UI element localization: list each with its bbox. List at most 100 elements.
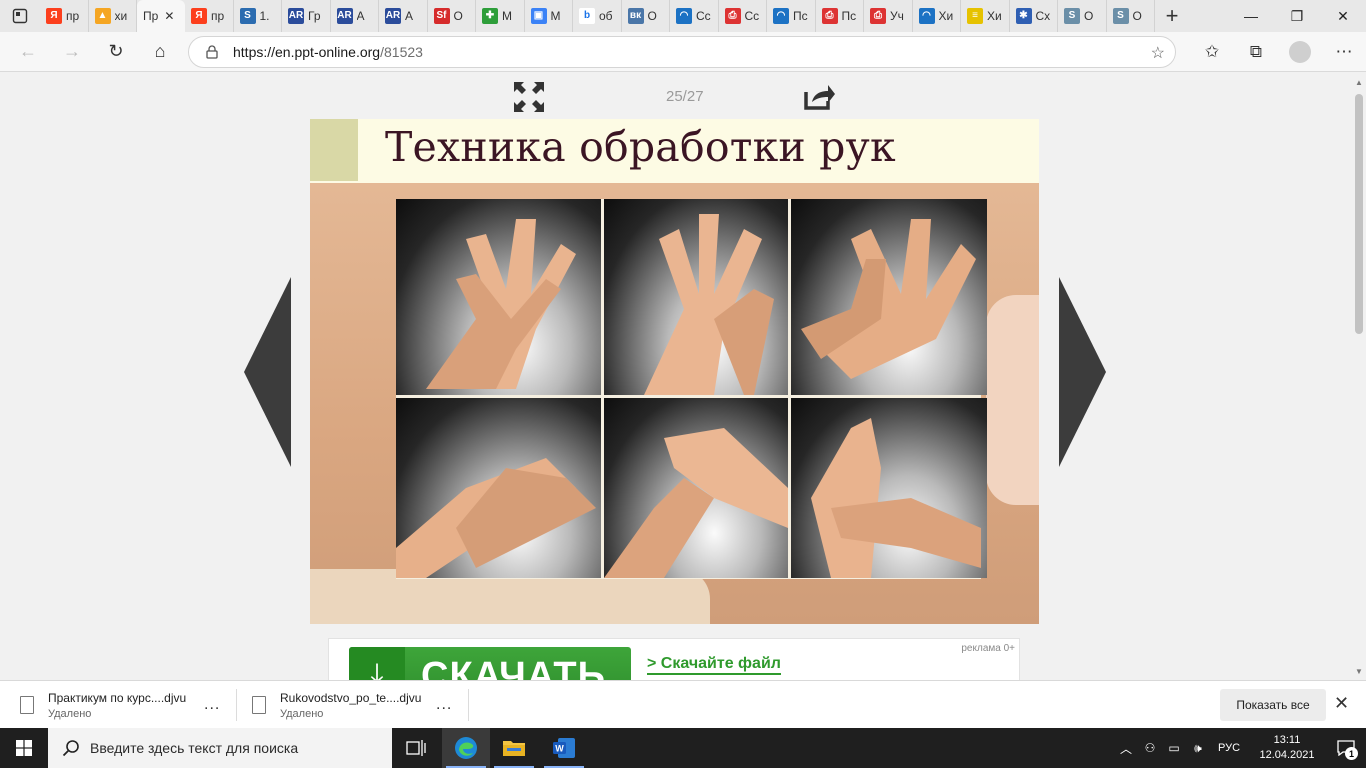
url-path: /81523 <box>380 44 423 60</box>
file-icon <box>20 696 34 714</box>
new-tab-button[interactable]: + <box>1155 0 1189 32</box>
vk-icon: вк <box>627 8 644 24</box>
volume-icon[interactable]: 🕪 <box>1186 741 1210 756</box>
ar-site-icon: AR <box>288 8 304 24</box>
input-language[interactable]: РУС <box>1210 742 1248 754</box>
browser-tab[interactable]: Sf О <box>428 0 476 32</box>
search-icon <box>62 740 79 757</box>
hand-washing-photo-grid <box>396 199 987 579</box>
advertisement-banner[interactable]: реклама 0+ ⤓ СКАЧАТЬ > Скачайте файл <box>328 638 1020 680</box>
tab-label: О <box>1084 9 1094 23</box>
people-icon[interactable]: ⚇ <box>1138 741 1162 755</box>
collections-icon[interactable]: ⧉ <box>1234 32 1278 72</box>
task-view-button[interactable] <box>392 728 440 768</box>
browser-tab[interactable]: ◠ Пс <box>767 0 816 32</box>
settings-menu-icon[interactable]: ⋯ <box>1322 32 1366 72</box>
maximize-button[interactable]: ❐ <box>1274 0 1320 32</box>
scroll-down-icon[interactable]: ▼ <box>1355 667 1363 676</box>
browser-tab[interactable]: b об <box>573 0 622 32</box>
browser-tab[interactable]: ✚ М <box>476 0 525 32</box>
start-button[interactable] <box>0 728 48 768</box>
favorites-icon[interactable]: ✩ <box>1190 32 1234 72</box>
tray-overflow-icon[interactable]: ︿ <box>1114 740 1138 757</box>
profile-avatar[interactable] <box>1289 41 1311 63</box>
ad-download-link[interactable]: > Скачайте файл <box>647 655 781 675</box>
tab-label: О <box>453 9 463 23</box>
chat-icon: ▣ <box>530 8 547 24</box>
browser-tab[interactable]: Япр <box>40 0 89 32</box>
studfiles-icon: Sf <box>433 8 450 24</box>
scroll-up-icon[interactable]: ▲ <box>1355 78 1363 87</box>
tab-label: А <box>405 9 414 23</box>
show-all-downloads-button[interactable]: Показать все <box>1220 689 1326 721</box>
download-separator <box>236 689 237 721</box>
browser-tab[interactable]: вк О <box>622 0 670 32</box>
edge-page-icon: ◠ <box>676 8 692 24</box>
tab-actions-button[interactable] <box>0 0 40 32</box>
browser-tab[interactable]: ⎙ Пс <box>816 0 864 32</box>
browser-tab[interactable]: AR А <box>379 0 428 32</box>
download-file-name: Практикум по курс....djvu <box>48 690 187 705</box>
pdf-icon: ⎙ <box>870 8 886 24</box>
ad-download-button[interactable]: ⤓ СКАЧАТЬ <box>349 647 631 680</box>
taskbar-word-button[interactable]: W <box>540 728 588 768</box>
yandex-icon: Я <box>46 8 62 24</box>
download-item[interactable]: Практикум по курс....djvu Удалено ... <box>20 681 235 729</box>
previous-slide-arrow[interactable] <box>244 277 292 467</box>
taskbar-search-box[interactable]: Введите здесь текст для поиска <box>48 728 392 768</box>
s-site-icon: S <box>1112 8 1129 24</box>
back-button[interactable]: ← <box>6 32 50 72</box>
clock[interactable]: 13:11 12.04.2021 <box>1248 733 1326 763</box>
browser-tab[interactable]: ⎙ Уч <box>864 0 913 32</box>
browser-tab[interactable]: ≡ Хи <box>961 0 1010 32</box>
home-button[interactable]: ⌂ <box>138 32 182 72</box>
next-slide-arrow[interactable] <box>1058 277 1106 467</box>
taskbar-edge-button[interactable] <box>442 728 490 768</box>
browser-tab[interactable]: AR А <box>331 0 379 32</box>
browser-tab[interactable]: ✱ Сх <box>1010 0 1058 32</box>
tab-label: Уч <box>890 9 904 23</box>
slide: Техника обработки рук <box>310 119 1039 624</box>
browser-tab[interactable]: AR Гр <box>282 0 331 32</box>
download-arrow-icon: ⤓ <box>349 647 405 680</box>
hand-washing-step-4-photo <box>396 398 601 578</box>
battery-icon[interactable]: ▭ <box>1162 741 1186 755</box>
tab-label: О <box>1132 9 1142 23</box>
tab-label: Пс <box>793 9 808 23</box>
browser-tab[interactable]: Пр ✕ <box>137 0 185 32</box>
browser-tab[interactable]: ◠ Хи <box>913 0 961 32</box>
browser-tab[interactable]: ⎙ Сс <box>719 0 767 32</box>
notification-count-badge: 1 <box>1345 747 1358 760</box>
forward-button[interactable]: → <box>50 32 94 72</box>
tab-label: пр <box>66 9 80 23</box>
refresh-button[interactable]: ↻ <box>94 32 138 72</box>
add-favorite-icon[interactable]: ☆ <box>1151 43 1165 63</box>
tab-label: Сх <box>1035 9 1051 23</box>
download-item[interactable]: Rukovodstvo_po_te....djvu Удалено ... <box>252 681 467 729</box>
minimize-button[interactable]: — <box>1228 0 1274 32</box>
browser-tab[interactable]: ▲ хи <box>89 0 137 32</box>
close-tab-icon[interactable]: ✕ <box>164 9 174 23</box>
lock-icon[interactable] <box>203 43 221 61</box>
page-scrollbar[interactable]: ▲ ▼ <box>1352 72 1366 680</box>
fullscreen-icon[interactable] <box>512 80 546 114</box>
download-options-button[interactable]: ... <box>436 696 452 714</box>
download-options-button[interactable]: ... <box>204 696 220 714</box>
hand-washing-step-5-photo <box>604 398 788 578</box>
browser-tab[interactable]: ▣ М <box>525 0 573 32</box>
share-icon[interactable] <box>802 80 836 114</box>
browser-tab[interactable]: ◠ Сс <box>670 0 719 32</box>
notifications-button[interactable]: 1 <box>1326 728 1366 768</box>
browser-tab[interactable]: SО <box>1058 0 1107 32</box>
browser-tab[interactable]: SО <box>1107 0 1155 32</box>
tab-label: об <box>599 9 613 23</box>
ar-site-icon: AR <box>336 8 353 24</box>
scrollbar-thumb[interactable] <box>1355 94 1363 334</box>
address-bar[interactable]: https://en.ppt-online.org/81523 ☆ <box>188 36 1176 68</box>
tab-label: Гр <box>308 9 321 23</box>
close-downloads-bar-icon[interactable]: ✕ <box>1334 693 1349 714</box>
browser-tab[interactable]: S 1. <box>234 0 282 32</box>
browser-tab[interactable]: Япр <box>185 0 234 32</box>
taskbar-explorer-button[interactable] <box>490 728 538 768</box>
close-window-button[interactable]: ✕ <box>1320 0 1366 32</box>
